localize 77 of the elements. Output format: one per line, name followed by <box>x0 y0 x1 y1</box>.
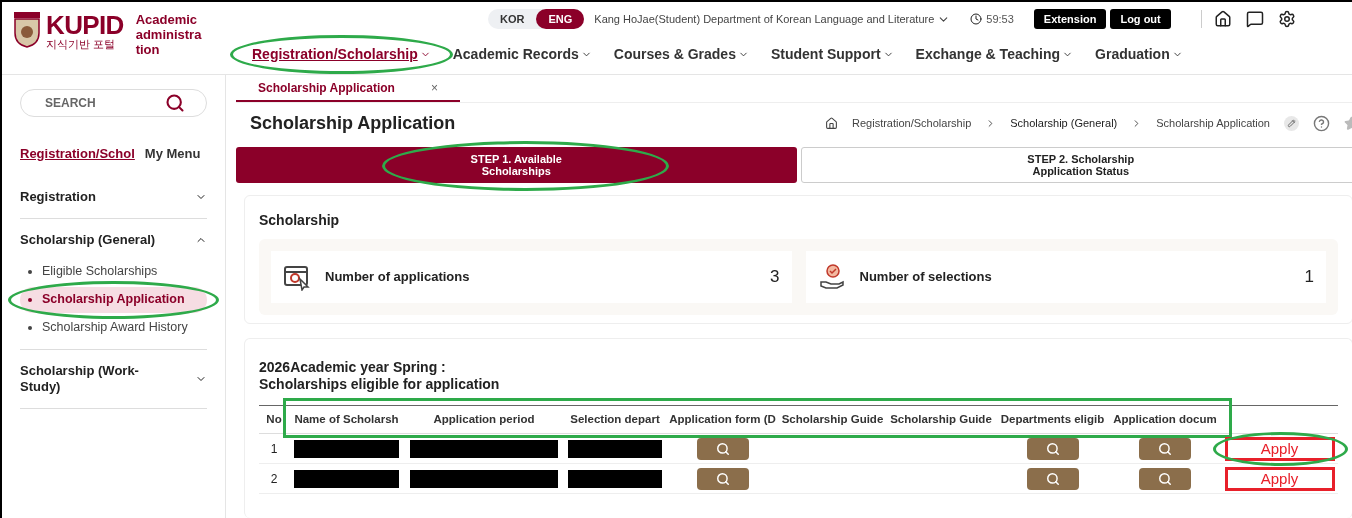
home-icon[interactable] <box>1213 10 1232 28</box>
help-icon[interactable] <box>1313 114 1330 132</box>
crest-logo-icon <box>14 12 40 48</box>
column-header: Application docum <box>1112 411 1218 427</box>
nav-menu-item[interactable]: Graduation <box>1095 43 1183 65</box>
search-icon <box>1158 471 1172 486</box>
column-header: Scholarship Guide <box>780 411 885 427</box>
row-number: 2 <box>269 470 279 488</box>
column-header: No <box>265 411 283 427</box>
stat-label: Number of selections <box>859 268 993 287</box>
header-button[interactable]: Log out <box>1110 9 1171 29</box>
view-button[interactable] <box>1026 437 1079 460</box>
form-check-icon <box>283 263 311 291</box>
stat-value: 3 <box>770 266 780 289</box>
section-title: Scholarship <box>259 211 341 230</box>
sidebar-item[interactable]: Eligible Scholarships <box>20 258 207 285</box>
breadcrumb-item[interactable]: Registration/Scholarship <box>852 114 972 132</box>
search-icon <box>715 441 730 456</box>
search-icon <box>1045 441 1060 456</box>
apply-button[interactable]: Apply <box>1224 436 1335 461</box>
search-field[interactable]: SEARCH <box>20 89 207 117</box>
view-button[interactable] <box>1139 437 1191 460</box>
user-menu[interactable]: Kang HoJae(Student) Department of Korean Language and Literature <box>594 10 951 28</box>
hand-medal-icon <box>817 263 846 291</box>
search-icon <box>1045 471 1060 486</box>
breadcrumb-item[interactable]: Scholarship (General) <box>1010 114 1118 132</box>
sidebar-group[interactable]: Scholarship (Work-Study) <box>20 357 207 400</box>
step-tab[interactable]: STEP 1. Available Scholarships <box>236 147 797 183</box>
message-icon[interactable] <box>1245 10 1264 28</box>
breadcrumb-item[interactable]: Scholarship Application <box>1156 114 1270 132</box>
column-header: Name of Scholarsh <box>293 411 400 427</box>
sidebar-group[interactable]: Scholarship (General) <box>20 226 207 253</box>
header-button[interactable]: Extension <box>1033 9 1107 29</box>
view-button[interactable] <box>1139 467 1191 490</box>
search-icon <box>715 471 730 486</box>
bullet-icon <box>28 325 32 330</box>
nav-menu-item[interactable]: Academic Records <box>452 43 592 65</box>
table-title: 2026Academic year Spring : Scholarships eligible for application <box>259 359 501 393</box>
sidebar-item[interactable]: Scholarship Award History <box>20 314 207 341</box>
stat-label: Number of applications <box>325 268 471 287</box>
clock-icon <box>970 13 983 25</box>
page-tab[interactable]: Scholarship Application × <box>236 75 460 102</box>
logo-korean-text: 지식기반 포털 <box>46 38 117 52</box>
column-header: Departments eligib <box>999 411 1106 427</box>
sidebar-tab[interactable]: My Menu <box>144 144 201 164</box>
view-button[interactable] <box>696 467 749 490</box>
step-tab[interactable]: STEP 2. Scholarship Application Status <box>800 147 1352 183</box>
settings-icon[interactable] <box>1277 10 1296 28</box>
column-header: Application period <box>432 411 536 427</box>
view-button[interactable] <box>1026 467 1079 490</box>
row-number: 1 <box>269 440 279 458</box>
bullet-icon <box>28 269 32 274</box>
logo-wordmark: KUPID <box>46 12 124 38</box>
nav-menu-item[interactable]: Exchange & Teaching <box>915 43 1074 65</box>
apply-button[interactable]: Apply <box>1224 466 1335 491</box>
nav-menu-item[interactable]: Student Support <box>770 43 894 65</box>
home-icon <box>825 116 838 130</box>
view-button[interactable] <box>696 437 749 460</box>
session-timer: 59:53 <box>986 11 1014 27</box>
column-header: Scholarship Guide <box>889 411 993 427</box>
logo-subtitle: Academic administration <box>135 12 203 57</box>
search-icon <box>165 93 185 113</box>
nav-menu-item[interactable]: Registration/Scholarship <box>252 43 431 65</box>
sidebar-tab[interactable]: Registration/Schol <box>20 144 135 164</box>
search-icon <box>1158 441 1172 456</box>
page-title: Scholarship Application <box>250 111 456 135</box>
column-header: Application form (D <box>668 411 777 427</box>
stat-value: 1 <box>1304 266 1314 289</box>
nav-menu-item[interactable]: Courses & Grades <box>613 43 749 65</box>
sidebar-group[interactable]: Registration <box>20 183 207 210</box>
close-tab-button[interactable]: × <box>430 78 438 97</box>
language-button[interactable]: KOR <box>488 9 537 29</box>
bullet-icon <box>28 297 32 302</box>
language-button[interactable]: ENG <box>536 9 585 29</box>
sidebar-item[interactable]: Scholarship Application <box>20 286 207 313</box>
column-header: Selection depart <box>569 411 661 427</box>
edit-icon[interactable] <box>1284 115 1299 131</box>
